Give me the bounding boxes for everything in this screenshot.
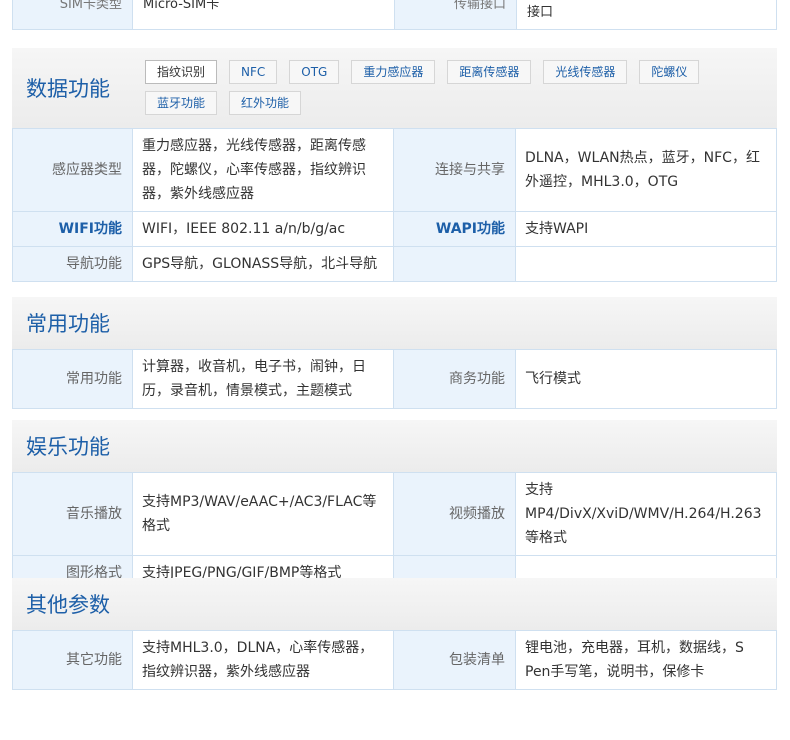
spec-label: 商务功能: [393, 349, 516, 409]
spec-label: WAPI功能: [393, 211, 516, 247]
spec-value: 接口: [527, 5, 554, 20]
spec-label: 其它功能: [12, 630, 133, 690]
tag-light-sensor[interactable]: 光线传感器: [543, 60, 628, 84]
spec-value: 支持MP3/WAV/eAAC+/AC3/FLAC等格式: [132, 472, 394, 556]
spec-row-sim: SIM卡类型 Micro-SIM卡 传输接口 接口: [12, 0, 777, 30]
spec-label: 视频播放: [393, 472, 516, 556]
spec-table: 其它功能 支持MHL3.0，DLNA，心率传感器，指纹辨识器，紫外线感应器 包装…: [12, 630, 777, 690]
tag-gyroscope[interactable]: 陀螺仪: [639, 60, 700, 84]
spec-value: 重力感应器，光线传感器，距离传感器，陀螺仪，心率传感器，指纹辨识器，紫外线感应器: [132, 128, 394, 212]
section-header: 其他参数: [12, 578, 777, 630]
feature-tags: 指纹识别 NFC OTG 重力感应器 距离传感器 光线传感器 陀螺仪 蓝牙功能 …: [145, 60, 765, 115]
spec-row: 常用功能 计算器，收音机，电子书，闹钟，日历，录音机，情景模式，主题模式 商务功…: [12, 349, 777, 409]
spec-table: 音乐播放 支持MP3/WAV/eAAC+/AC3/FLAC等格式 视频播放 支持…: [12, 472, 777, 591]
spec-value: 飞行模式: [515, 349, 777, 409]
spec-value: DLNA，WLAN热点，蓝牙，NFC，红外遥控，MHL3.0，OTG: [515, 128, 777, 212]
spec-value: 锂电池，充电器，耳机，数据线，S Pen手写笔，说明书，保修卡: [515, 630, 777, 690]
tag-fingerprint[interactable]: 指纹识别: [145, 60, 218, 84]
spec-label: 导航功能: [12, 246, 133, 282]
spec-value: 计算器，收音机，电子书，闹钟，日历，录音机，情景模式，主题模式: [132, 349, 394, 409]
spec-value: [515, 246, 777, 282]
spec-label: 常用功能: [12, 349, 133, 409]
spec-label: 感应器类型: [12, 128, 133, 212]
tag-otg[interactable]: OTG: [289, 60, 340, 84]
spec-table: 感应器类型 重力感应器，光线传感器，距离传感器，陀螺仪，心率传感器，指纹辨识器，…: [12, 128, 777, 282]
section-other-params: 其他参数 其它功能 支持MHL3.0，DLNA，心率传感器，指纹辨识器，紫外线感…: [12, 578, 777, 690]
section-data-functions: 数据功能 指纹识别 NFC OTG 重力感应器 距离传感器 光线传感器 陀螺仪 …: [12, 48, 777, 282]
spec-value: 支持WAPI: [515, 211, 777, 247]
spec-row: 其它功能 支持MHL3.0，DLNA，心率传感器，指纹辨识器，紫外线感应器 包装…: [12, 630, 777, 690]
spec-value: GPS导航，GLONASS导航，北斗导航: [132, 246, 394, 282]
section-title: 娱乐功能: [26, 435, 110, 459]
spec-label: 音乐播放: [12, 472, 133, 556]
section-entertainment: 娱乐功能 音乐播放 支持MP3/WAV/eAAC+/AC3/FLAC等格式 视频…: [12, 420, 777, 591]
section-header: 娱乐功能: [12, 420, 777, 472]
spec-label: 包装清单: [393, 630, 516, 690]
section-title: 其他参数: [26, 593, 110, 617]
tag-gravity-sensor[interactable]: 重力感应器: [351, 60, 436, 84]
tag-nfc[interactable]: NFC: [229, 60, 278, 84]
tag-bluetooth[interactable]: 蓝牙功能: [145, 91, 218, 115]
section-title: 数据功能: [26, 77, 110, 101]
spec-label: [393, 246, 516, 282]
tag-distance-sensor[interactable]: 距离传感器: [447, 60, 532, 84]
spec-value: Micro-SIM卡: [133, 0, 395, 29]
spec-label: SIM卡类型: [13, 0, 133, 29]
section-common-functions: 常用功能 常用功能 计算器，收音机，电子书，闹钟，日历，录音机，情景模式，主题模…: [12, 297, 777, 409]
spec-row: 导航功能 GPS导航，GLONASS导航，北斗导航: [12, 246, 777, 282]
spec-table: 常用功能 计算器，收音机，电子书，闹钟，日历，录音机，情景模式，主题模式 商务功…: [12, 349, 777, 409]
section-title: 常用功能: [26, 312, 110, 336]
spec-row: 音乐播放 支持MP3/WAV/eAAC+/AC3/FLAC等格式 视频播放 支持…: [12, 472, 777, 556]
spec-value: 支持MP4/DivX/XviD/WMV/H.264/H.263等格式: [515, 472, 777, 556]
spec-label: 传输接口: [395, 0, 517, 29]
spec-value: WIFI，IEEE 802.11 a/n/b/g/ac: [132, 211, 394, 247]
spec-label: 连接与共享: [393, 128, 516, 212]
spec-row: WIFI功能 WIFI，IEEE 802.11 a/n/b/g/ac WAPI功…: [12, 211, 777, 247]
section-header: 常用功能: [12, 297, 777, 349]
section-header: 数据功能 指纹识别 NFC OTG 重力感应器 距离传感器 光线传感器 陀螺仪 …: [12, 48, 777, 128]
spec-value: 支持MHL3.0，DLNA，心率传感器，指纹辨识器，紫外线感应器: [132, 630, 394, 690]
spec-row: 感应器类型 重力感应器，光线传感器，距离传感器，陀螺仪，心率传感器，指纹辨识器，…: [12, 128, 777, 212]
tag-infrared[interactable]: 红外功能: [229, 91, 302, 115]
spec-label: WIFI功能: [12, 211, 133, 247]
